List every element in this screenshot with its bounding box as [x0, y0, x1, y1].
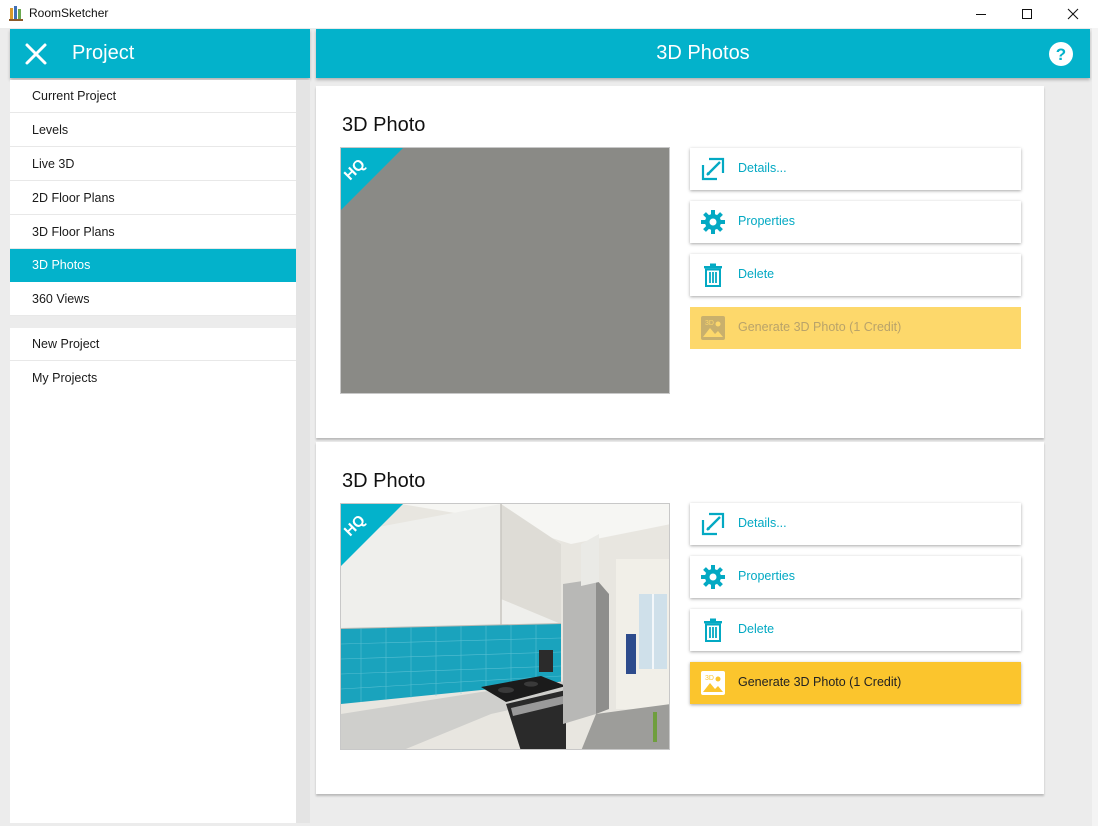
photo-card-title: 3D Photo [342, 114, 426, 136]
sidebar-separator [10, 316, 296, 328]
sidebar-item-3d-photos[interactable]: 3D Photos [10, 249, 296, 282]
photo-card-1: 3D Photo HQ Details... Properties Delete… [316, 86, 1044, 438]
sidebar-item-my-projects[interactable]: My Projects [10, 362, 296, 395]
window-close-button[interactable] [1050, 0, 1096, 28]
trash-icon [704, 618, 722, 642]
close-x-icon[interactable] [24, 42, 48, 66]
properties-button[interactable]: Properties [690, 556, 1021, 598]
minimize-icon [976, 14, 986, 15]
sidebar-title: Project [72, 42, 135, 64]
delete-label: Delete [738, 267, 775, 281]
maximize-button[interactable] [1004, 0, 1050, 28]
sidebar-item-2d-floor-plans[interactable]: 2D Floor Plans [10, 182, 296, 215]
details-label: Details... [738, 161, 787, 175]
open-external-icon [701, 157, 725, 181]
svg-text:?: ? [1056, 45, 1066, 64]
gear-icon [701, 565, 725, 589]
generate-label: Generate 3D Photo (1 Credit) [738, 675, 902, 689]
content-header: 3D Photos ? [316, 29, 1090, 78]
window-titlebar: RoomSketcher [0, 0, 1098, 28]
photo-card-2: 3D Photo HQ Details... Properties Delete… [316, 442, 1044, 794]
hq-badge-icon: HQ [341, 148, 403, 210]
photo-card-title: 3D Photo [342, 470, 426, 492]
page-title: 3D Photos [656, 42, 750, 64]
help-icon[interactable]: ? [1048, 41, 1074, 67]
sidebar-panel: Current Project Levels Live 3D 2D Floor … [10, 80, 296, 823]
open-external-icon [701, 512, 725, 536]
svg-text:3D: 3D [705, 320, 714, 327]
svg-text:3D: 3D [705, 675, 714, 682]
sidebar-item-levels[interactable]: Levels [10, 114, 296, 147]
window-title: RoomSketcher [29, 6, 109, 20]
content-scrollbar[interactable] [1092, 28, 1098, 826]
generate-label: Generate 3D Photo (1 Credit) [738, 320, 902, 334]
maximize-icon [1022, 9, 1032, 19]
3d-photo-icon: 3D [701, 316, 725, 340]
details-button[interactable]: Details... [690, 503, 1021, 545]
sidebar-scrollbar[interactable] [296, 80, 310, 823]
details-button[interactable]: Details... [690, 148, 1021, 190]
minimize-button[interactable] [958, 0, 1004, 28]
generate-3d-photo-button[interactable]: 3D Generate 3D Photo (1 Credit) [690, 662, 1021, 704]
photo-preview-kitchen[interactable]: HQ [340, 503, 670, 750]
properties-label: Properties [738, 569, 795, 583]
sidebar-item-360-views[interactable]: 360 Views [10, 283, 296, 316]
properties-button[interactable]: Properties [690, 201, 1021, 243]
roomsketcher-app-icon [9, 6, 23, 21]
generate-3d-photo-button-disabled[interactable]: 3D Generate 3D Photo (1 Credit) [690, 307, 1021, 349]
delete-button[interactable]: Delete [690, 254, 1021, 296]
3d-photo-icon: 3D [701, 671, 725, 695]
sidebar-item-live-3d[interactable]: Live 3D [10, 148, 296, 181]
sidebar-item-3d-floor-plans[interactable]: 3D Floor Plans [10, 216, 296, 249]
delete-label: Delete [738, 622, 775, 636]
sidebar-header: Project [10, 29, 310, 78]
photo-preview-placeholder[interactable]: HQ [340, 147, 670, 394]
properties-label: Properties [738, 214, 795, 228]
details-label: Details... [738, 516, 787, 530]
close-icon [1067, 8, 1079, 20]
hq-badge-icon: HQ [341, 504, 403, 566]
trash-icon [704, 263, 722, 287]
gear-icon [701, 210, 725, 234]
delete-button[interactable]: Delete [690, 609, 1021, 651]
sidebar-item-current-project[interactable]: Current Project [10, 80, 296, 113]
sidebar-item-new-project[interactable]: New Project [10, 328, 296, 361]
